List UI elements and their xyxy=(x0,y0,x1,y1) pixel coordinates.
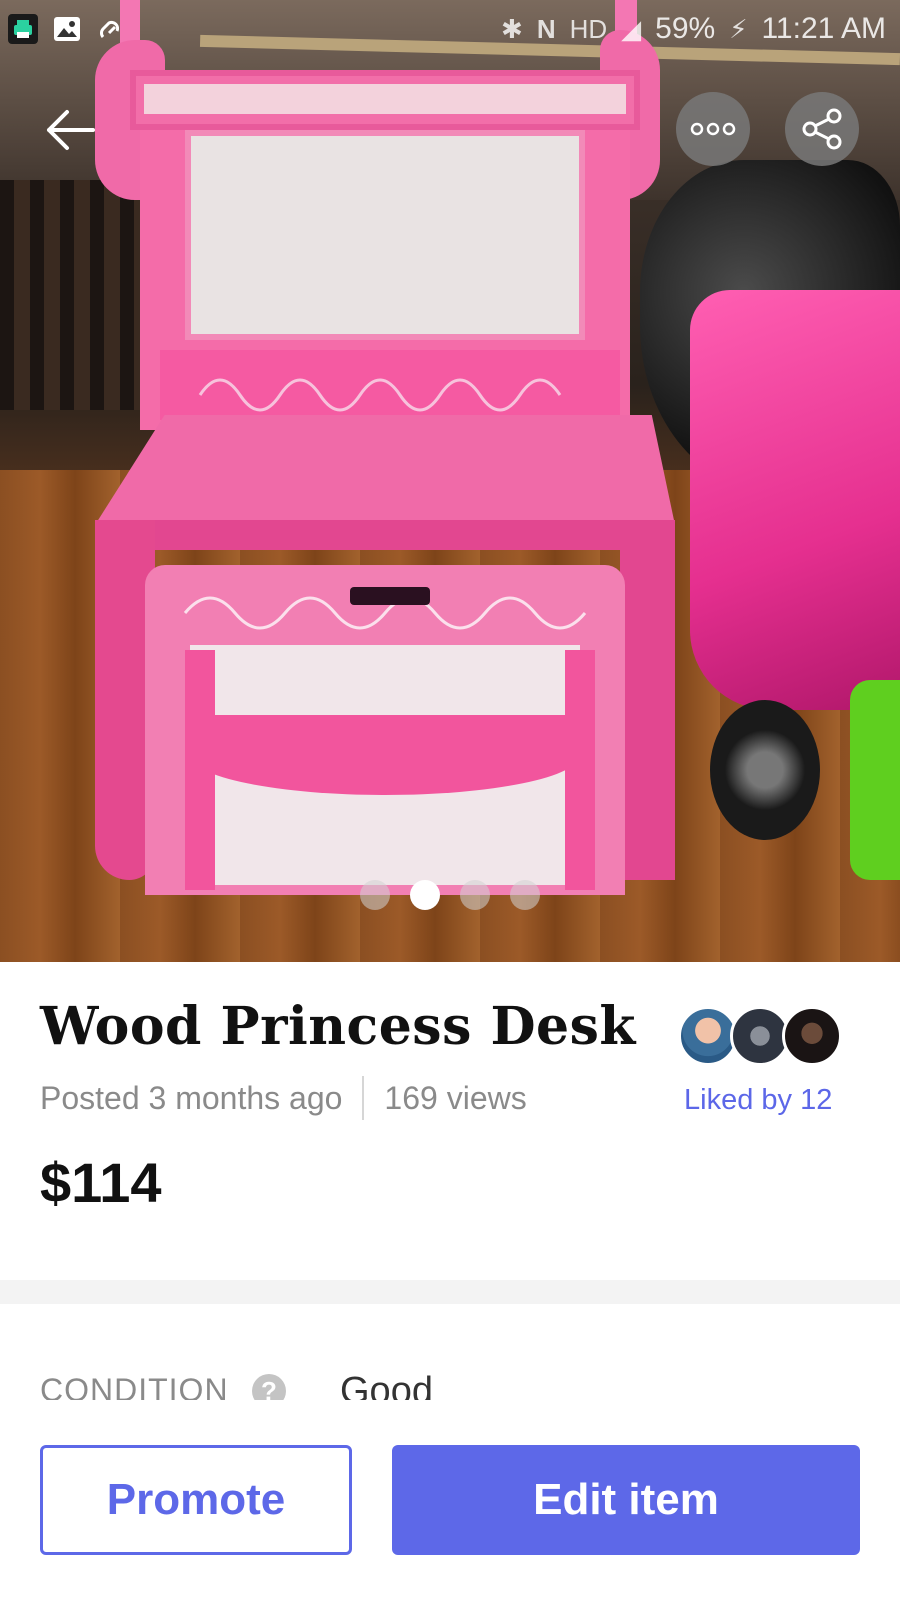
avatar[interactable] xyxy=(730,1006,790,1066)
back-button[interactable] xyxy=(40,100,100,160)
edit-item-button[interactable]: Edit item xyxy=(392,1445,860,1555)
desk-whiteboard xyxy=(185,130,585,340)
view-count: 169 views xyxy=(384,1079,527,1116)
gallery-pager[interactable] xyxy=(360,880,540,910)
meta-divider xyxy=(362,1076,365,1120)
pager-dot[interactable] xyxy=(360,880,390,910)
link-icon xyxy=(96,14,126,44)
clock: 11:21 AM xyxy=(761,12,886,45)
listing-photo[interactable] xyxy=(0,0,900,962)
photo-chair xyxy=(0,180,140,410)
fax-icon xyxy=(8,14,38,44)
nfc-icon: N xyxy=(536,13,556,44)
image-icon xyxy=(52,14,82,44)
status-bar: ✱ N HD ◢ 59% ⚡ 11:21 AM xyxy=(0,0,900,62)
bluetooth-icon: ✱ xyxy=(501,13,523,44)
promote-button[interactable]: Promote xyxy=(40,1445,352,1555)
listing-meta: Posted 3 months ago 169 views xyxy=(40,1076,527,1120)
more-options-button[interactable] xyxy=(676,92,750,166)
liked-by-link[interactable]: Liked by 12 xyxy=(684,1084,832,1117)
desk-header xyxy=(130,70,640,130)
posted-time: Posted 3 months ago xyxy=(40,1079,343,1116)
liked-by-avatars[interactable] xyxy=(678,1006,848,1068)
charging-icon: ⚡ xyxy=(729,13,748,44)
photo-green-toy xyxy=(850,680,900,880)
arrow-left-icon xyxy=(47,110,95,150)
avatar[interactable] xyxy=(782,1006,842,1066)
desk-cabinet xyxy=(145,565,625,895)
more-dots-icon xyxy=(690,122,736,136)
desk-cabinet-handle xyxy=(350,587,430,605)
desk-surface xyxy=(95,415,675,525)
listing-price: $114 xyxy=(40,1151,162,1214)
signal-icon: ◢ xyxy=(621,13,642,44)
share-button[interactable] xyxy=(785,92,859,166)
pager-dot[interactable] xyxy=(460,880,490,910)
desk-side-right xyxy=(620,520,675,880)
pager-dot-active[interactable] xyxy=(410,880,440,910)
pager-dot[interactable] xyxy=(510,880,540,910)
photo-pink-scooter xyxy=(690,290,900,710)
section-divider xyxy=(0,1280,900,1304)
avatar[interactable] xyxy=(678,1006,738,1066)
network-type: HD xyxy=(569,13,608,44)
battery-percent: 59% xyxy=(655,12,716,45)
listing-title: Wood Princess Desk xyxy=(40,996,636,1057)
desk-scroll-panel xyxy=(160,350,620,420)
share-icon xyxy=(802,108,842,150)
desk-surface-edge xyxy=(95,520,670,550)
action-bar: Promote Edit item xyxy=(0,1400,900,1600)
photo-scooter-wheel xyxy=(710,700,820,840)
